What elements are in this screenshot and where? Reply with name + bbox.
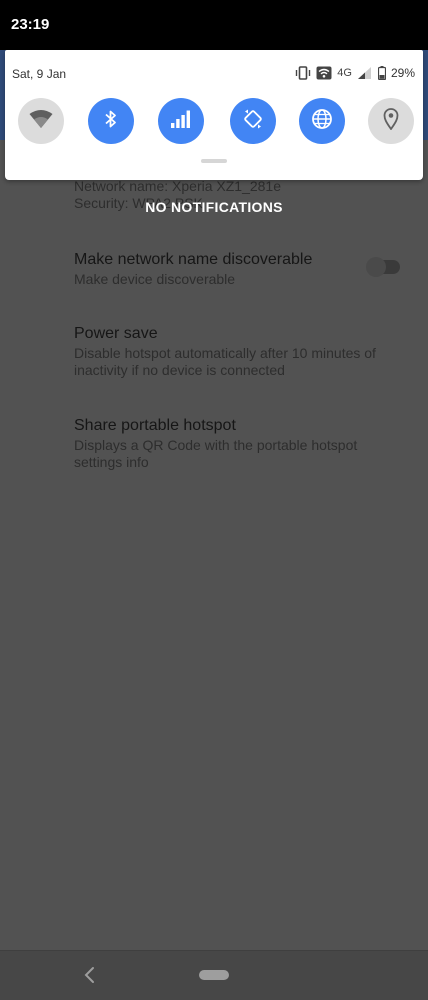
discoverable-subtitle: Make device discoverable bbox=[74, 271, 236, 287]
qs-expand-handle[interactable] bbox=[201, 159, 227, 163]
network-type-label: 4G bbox=[337, 67, 352, 79]
share-hotspot-title: Share portable hotspot bbox=[74, 417, 236, 434]
share-hotspot-setting[interactable]: Share portable hotspot Displays a QR Cod… bbox=[74, 415, 404, 471]
network-name-text: Network name: Xperia XZ1_281e bbox=[74, 178, 281, 194]
no-notifications-label: NO NOTIFICATIONS bbox=[145, 199, 283, 215]
signal-icon bbox=[170, 109, 192, 134]
globe-icon bbox=[311, 108, 333, 135]
qs-date[interactable]: Sat, 9 Jan bbox=[12, 67, 66, 81]
vpn-globe-tile[interactable] bbox=[299, 98, 345, 144]
location-pin-icon bbox=[383, 107, 399, 135]
battery-percent: 29% bbox=[390, 66, 415, 80]
discoverable-title: Make network name discoverable bbox=[74, 251, 313, 268]
bluetooth-icon bbox=[104, 109, 118, 134]
discoverable-toggle[interactable] bbox=[366, 257, 400, 277]
vibrate-icon bbox=[295, 66, 311, 80]
cell-signal-icon bbox=[357, 66, 373, 80]
home-button[interactable] bbox=[199, 970, 229, 980]
hotspot-wifi-icon bbox=[316, 66, 332, 80]
mobile-data-tile[interactable] bbox=[158, 98, 204, 144]
bluetooth-tile[interactable] bbox=[88, 98, 134, 144]
power-save-setting[interactable]: Power save Disable hotspot automatically… bbox=[74, 323, 404, 379]
qs-status-icons: 4G 29% bbox=[295, 64, 415, 82]
location-tile[interactable] bbox=[368, 98, 414, 144]
power-save-subtitle: Disable hotspot automatically after 10 m… bbox=[74, 345, 376, 378]
toggle-knob bbox=[366, 257, 386, 277]
wifi-tile[interactable] bbox=[18, 98, 64, 144]
status-time: 23:19 bbox=[11, 16, 50, 33]
qs-tiles-row bbox=[18, 98, 414, 144]
wifi-icon bbox=[29, 109, 53, 134]
quick-settings-panel: Sat, 9 Jan 4G 29% bbox=[5, 50, 423, 180]
back-arrow-icon bbox=[80, 967, 100, 989]
battery-icon bbox=[377, 66, 386, 80]
status-bar: 23:19 bbox=[0, 0, 428, 50]
power-save-title: Power save bbox=[74, 325, 158, 342]
discoverable-setting[interactable]: Make network name discoverable Make devi… bbox=[74, 249, 404, 288]
navigation-bar bbox=[0, 950, 428, 1000]
auto-rotate-tile[interactable] bbox=[230, 98, 276, 144]
rotate-icon bbox=[241, 107, 265, 136]
back-button[interactable] bbox=[80, 965, 100, 985]
share-hotspot-subtitle: Displays a QR Code with the portable hot… bbox=[74, 437, 358, 470]
